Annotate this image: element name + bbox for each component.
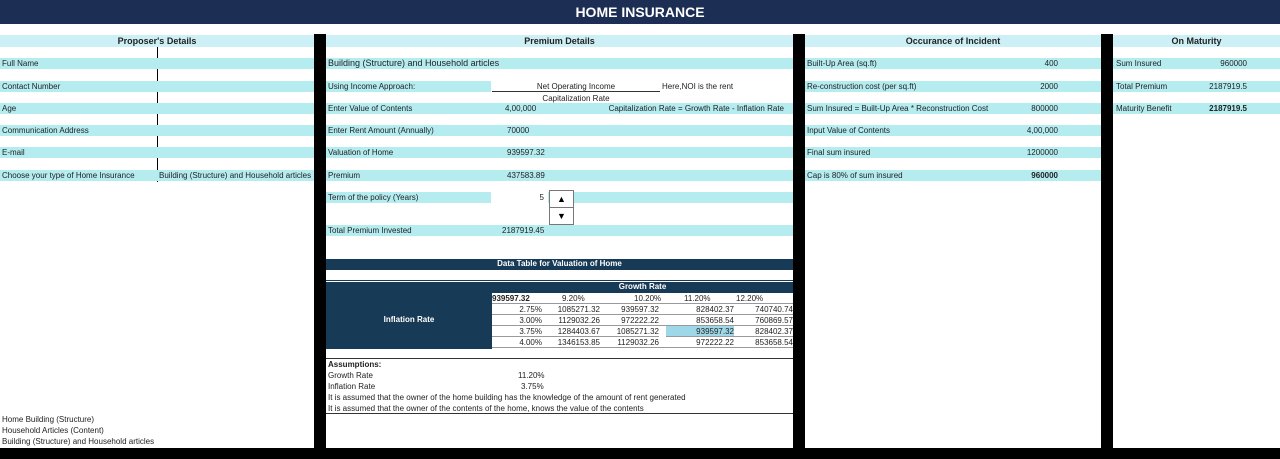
assumption-inflation-value: 3.75% bbox=[521, 382, 544, 391]
built-up-area-input[interactable]: 400 bbox=[1000, 58, 1058, 69]
premium-label: Premium bbox=[328, 171, 361, 180]
total-premium-label: Total Premium Invested bbox=[328, 226, 412, 235]
maturity-sum-insured-label: Sum Insured bbox=[1116, 59, 1162, 68]
assumption-growth-label: Growth Rate bbox=[328, 371, 373, 380]
growth-rate-header: Growth Rate bbox=[492, 282, 793, 293]
term-input[interactable]: 5 bbox=[491, 192, 544, 203]
sum-insured-label: Sum Insured = Built-Up Area * Reconstruc… bbox=[807, 104, 989, 113]
cap-label: Cap is 80% of sum insured bbox=[807, 171, 903, 180]
maturity-benefit-label: Maturity Benefit bbox=[1116, 104, 1172, 113]
valuation-cell: 1085271.32 bbox=[600, 326, 659, 337]
contents-value: 4,00,000 bbox=[1026, 126, 1058, 135]
valuation-cell: 972222.22 bbox=[659, 337, 734, 348]
contents-value-label: Input Value of Contents bbox=[807, 126, 891, 135]
column-separator bbox=[314, 34, 326, 459]
cover-type-label: Building (Structure) and Household artic… bbox=[328, 58, 500, 68]
maturity-benefit-value: 2187919.5 bbox=[1209, 104, 1247, 113]
age-field[interactable] bbox=[158, 103, 314, 114]
type-option-building: Home Building (Structure) bbox=[2, 415, 95, 424]
email-field[interactable] bbox=[158, 147, 314, 158]
valuation-cell-highlighted: 939597.32 bbox=[666, 326, 734, 337]
valuation-cell: 1346153.85 bbox=[544, 337, 600, 348]
inflation-rate-cell: 3.75% bbox=[492, 326, 544, 337]
column-separator bbox=[1101, 34, 1113, 459]
full-name-label: Full Name bbox=[2, 59, 39, 68]
growth-rate-cell: 10.20% bbox=[600, 293, 666, 304]
contact-number-field[interactable] bbox=[158, 81, 314, 92]
noi-label: Net Operating Income bbox=[492, 81, 660, 92]
sum-insured-value: 800000 bbox=[1031, 104, 1058, 113]
income-approach-label: Using Income Approach: bbox=[328, 82, 416, 91]
growth-rate-cell: 11.20% bbox=[666, 293, 734, 304]
proposer-header: Proposer's Details bbox=[0, 35, 314, 47]
valuation-cell: 1085271.32 bbox=[544, 304, 600, 315]
valuation-cell: 740740.74 bbox=[734, 304, 793, 315]
footer-bar bbox=[0, 448, 1280, 459]
growth-rate-cell: 12.20% bbox=[734, 293, 793, 304]
premium-header: Premium Details bbox=[326, 35, 793, 47]
type-option-contents: Household Articles (Content) bbox=[2, 426, 104, 435]
final-sum-value: 1200000 bbox=[1026, 148, 1058, 157]
data-table-title: Data Table for Valuation of Home bbox=[326, 259, 793, 270]
valuation-cell: 939597.32 bbox=[600, 304, 659, 315]
final-sum-label: Final sum insured bbox=[807, 148, 871, 157]
valuation-cell: 1284403.67 bbox=[544, 326, 600, 337]
inflation-rate-cell: 3.00% bbox=[492, 315, 544, 326]
assumptions-title: Assumptions: bbox=[328, 360, 382, 369]
term-spinner-up[interactable]: ▲ bbox=[549, 190, 574, 208]
maturity-sum-insured-value: 960000 bbox=[1220, 59, 1247, 68]
assumption-note-contents: It is assumed that the owner of the cont… bbox=[328, 404, 644, 413]
valuation-label: Valuation of Home bbox=[328, 148, 394, 157]
address-field[interactable] bbox=[158, 125, 314, 136]
insurance-type-label: Choose your type of Home Insurance bbox=[2, 171, 135, 180]
inflation-rate-cell: 2.75% bbox=[492, 304, 544, 315]
inflation-rate-cell: 4.00% bbox=[492, 337, 544, 348]
insurance-type-select[interactable]: Building (Structure) and Household artic… bbox=[159, 170, 311, 181]
valuation-cell: 972222.22 bbox=[600, 315, 659, 326]
valuation-value: 939597.32 bbox=[507, 148, 545, 157]
valuation-cell: 828402.37 bbox=[659, 304, 734, 315]
built-up-area-label: Built-Up Area (sq.ft) bbox=[807, 59, 877, 68]
cap-value: 960000 bbox=[1031, 171, 1058, 180]
maturity-total-premium-label: Total Premium bbox=[1116, 82, 1168, 91]
term-spinner-down[interactable]: ▼ bbox=[549, 207, 574, 225]
term-label: Term of the policy (Years) bbox=[328, 193, 419, 202]
valuation-cell: 760869.57 bbox=[734, 315, 793, 326]
contact-number-label: Contact Number bbox=[2, 82, 61, 91]
premium-row-band bbox=[326, 147, 793, 158]
data-table-spacer bbox=[326, 270, 793, 281]
premium-value: 437583.89 bbox=[507, 171, 545, 180]
assumption-note-rent: It is assumed that the owner of the home… bbox=[328, 393, 686, 402]
valuation-cell: 853658.54 bbox=[734, 337, 793, 348]
contents-input[interactable]: 4,00,000 bbox=[505, 103, 536, 114]
full-name-field[interactable] bbox=[158, 58, 314, 69]
valuation-cell: 1129032.26 bbox=[544, 315, 600, 326]
assumption-inflation-label: Inflation Rate bbox=[328, 382, 376, 391]
inflation-rate-header: Inflation Rate bbox=[326, 282, 492, 349]
valuation-cell: 1129032.26 bbox=[600, 337, 659, 348]
address-label: Communication Address bbox=[2, 126, 89, 135]
premium-row-band bbox=[326, 170, 793, 181]
growth-rate-cell: 9.20% bbox=[544, 293, 600, 304]
type-option-both: Building (Structure) and Household artic… bbox=[2, 437, 155, 446]
age-label: Age bbox=[2, 104, 17, 113]
total-premium-value: 2187919.45 bbox=[502, 226, 545, 235]
reconstruction-cost-input[interactable]: 2000 bbox=[1000, 81, 1058, 92]
assumption-growth-value: 11.20% bbox=[518, 371, 545, 380]
column-separator bbox=[793, 34, 805, 459]
occurance-header: Occurance of Incident bbox=[805, 35, 1101, 47]
valuation-cell: 828402.37 bbox=[734, 326, 793, 337]
reconstruction-cost-label: Re-construction cost (per sq.ft) bbox=[807, 82, 917, 91]
email-label: E-mail bbox=[2, 148, 25, 157]
noi-note: Here,NOI is the rent bbox=[662, 82, 734, 91]
maturity-header: On Maturity bbox=[1113, 35, 1280, 47]
rent-input[interactable]: 70000 bbox=[507, 125, 529, 136]
data-table-corner: 939597.32 bbox=[492, 293, 544, 304]
valuation-cell: 853658.54 bbox=[659, 315, 734, 326]
contents-label: Enter Value of Contents bbox=[328, 104, 413, 113]
page-title: HOME INSURANCE bbox=[0, 0, 1280, 24]
cap-rate-formula: Capitalization Rate = Growth Rate - Infl… bbox=[608, 104, 784, 113]
maturity-total-premium-value: 2187919.5 bbox=[1209, 82, 1247, 91]
rent-label: Enter Rent Amount (Annually) bbox=[328, 126, 434, 135]
